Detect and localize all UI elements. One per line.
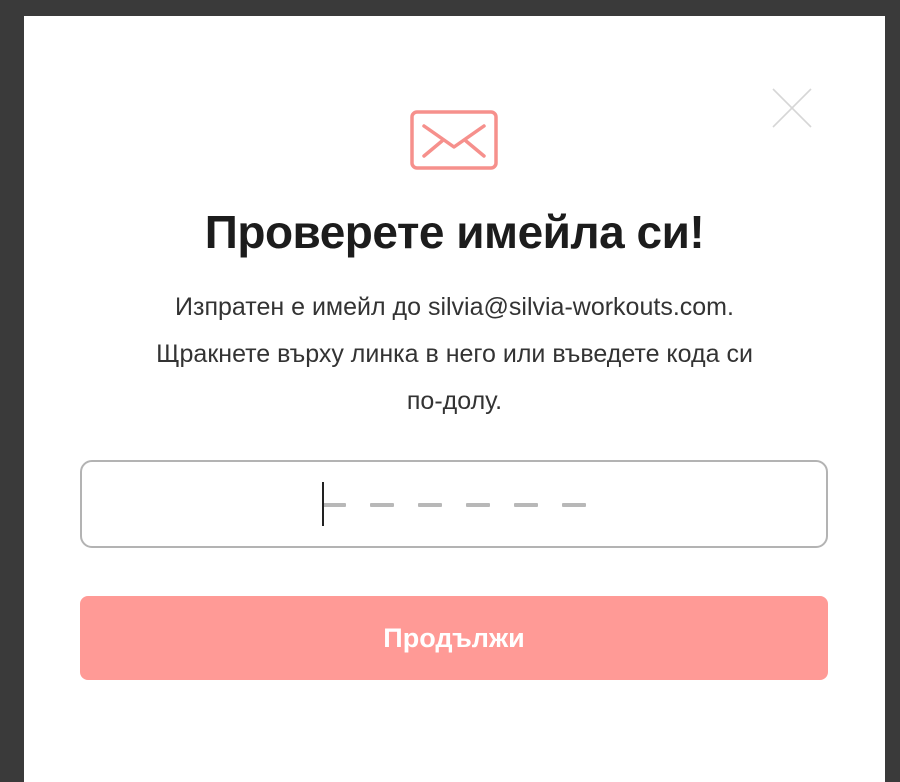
overlay-backdrop: Проверете имейла си! Изпратен е имейл до… <box>0 0 900 782</box>
code-slot-6 <box>562 462 586 546</box>
text-caret <box>322 482 324 526</box>
page-title: Проверете имейла си! <box>204 206 705 258</box>
code-slot-4 <box>466 462 490 546</box>
code-slots <box>322 462 610 546</box>
code-slot-3 <box>418 462 442 546</box>
code-slot-1 <box>322 462 346 546</box>
instructions-line-1: Изпратен е имейл до silvia@silvia-workou… <box>175 293 734 321</box>
verify-email-dialog: Проверете имейла си! Изпратен е имейл до… <box>24 16 885 782</box>
close-button[interactable] <box>772 88 812 128</box>
verification-code-input[interactable] <box>80 460 828 548</box>
continue-button[interactable]: Продължи <box>80 596 828 680</box>
code-slot-5 <box>514 462 538 546</box>
instructions-text: Изпратен е имейл до silvia@silvia-workou… <box>64 284 845 425</box>
instructions-line-2: Щракнете върху линка в него или въведете… <box>156 340 753 368</box>
envelope-icon <box>410 110 498 170</box>
close-icon <box>772 88 812 128</box>
code-slot-2 <box>370 462 394 546</box>
instructions-line-3: по-долу. <box>406 387 503 415</box>
